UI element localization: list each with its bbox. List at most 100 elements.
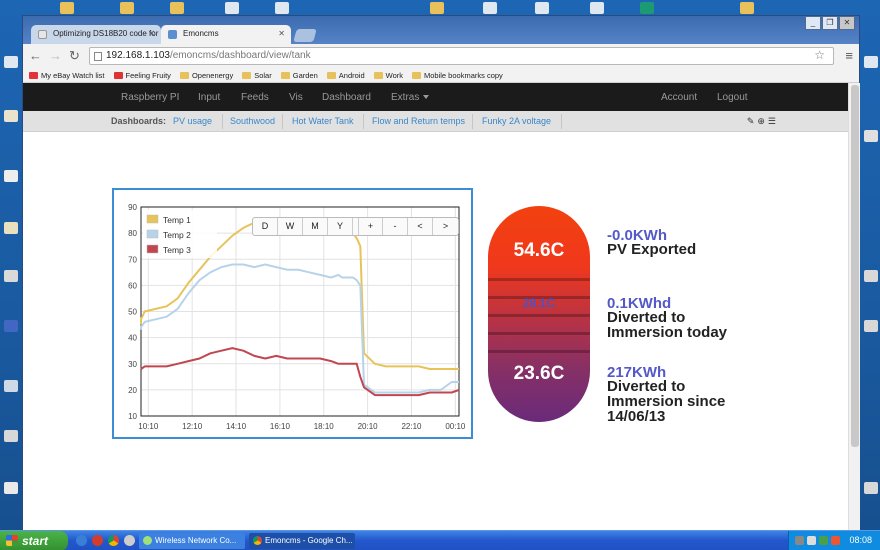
legend-label: Temp 2 <box>163 230 191 240</box>
nav-input[interactable]: Input <box>198 92 220 103</box>
desktop-icon[interactable] <box>864 482 878 494</box>
folder-icon <box>373 71 383 79</box>
add-icon[interactable]: ⊕ <box>757 116 765 127</box>
bookmark-item[interactable]: Feeling Fruity <box>113 71 171 80</box>
nav-vis[interactable]: Vis <box>289 92 303 103</box>
nav-logout[interactable]: Logout <box>717 92 748 103</box>
bookmark-item[interactable]: My eBay Watch list <box>29 71 105 80</box>
desktop-icon[interactable] <box>4 320 18 332</box>
legend-swatch <box>146 214 159 224</box>
divider <box>282 114 283 129</box>
pan-right-button[interactable]: > <box>433 218 458 235</box>
address-bar[interactable]: 192.168.1.103/emoncms/dashboard/view/tan… <box>89 47 834 65</box>
nav-dashboard[interactable]: Dashboard <box>322 92 371 103</box>
new-tab-button[interactable] <box>293 29 317 42</box>
tray-icon[interactable] <box>807 536 816 545</box>
close-window-button[interactable]: ✕ <box>839 16 855 30</box>
desktop-icon[interactable] <box>120 2 134 14</box>
desktop-icon[interactable] <box>4 482 18 494</box>
dashboard-link-pv-usage[interactable]: PV usage <box>173 116 212 126</box>
legend-swatch <box>146 229 159 239</box>
tank-cylinder: 54.6C 28.1C 23.6C <box>488 206 590 422</box>
desktop-icon[interactable] <box>275 2 289 14</box>
range-month-button[interactable]: M <box>303 218 328 235</box>
legend-swatch <box>146 244 159 254</box>
desktop-icon[interactable] <box>864 270 878 282</box>
scrollbar-thumb[interactable] <box>851 85 859 447</box>
chrome-icon[interactable] <box>108 535 119 546</box>
desktop-icon[interactable] <box>4 430 18 442</box>
desktop-icon[interactable] <box>740 2 754 14</box>
range-year-button[interactable]: Y <box>328 218 353 235</box>
bookmark-star-icon[interactable]: ☆ <box>814 48 825 62</box>
tray-icon[interactable] <box>795 536 804 545</box>
bookmark-folder[interactable]: Openenergy <box>179 71 233 80</box>
tab-strip: Optimizing DS18B20 code for ✕ Emoncms ✕ … <box>23 16 859 44</box>
desktop-icon[interactable] <box>4 380 18 392</box>
desktop-icon[interactable] <box>170 2 184 14</box>
desktop-icon[interactable] <box>864 320 878 332</box>
y-tick-label: 30 <box>128 360 137 369</box>
chevron-down-icon <box>423 95 430 100</box>
tab-emoncms[interactable]: Emoncms ✕ <box>161 25 291 44</box>
desktop-icon[interactable] <box>430 2 444 14</box>
tank-bottom-temp: 23.6C <box>513 363 565 384</box>
desktop-icon[interactable] <box>60 2 74 14</box>
desktop-icon[interactable] <box>4 170 18 182</box>
pan-left-button[interactable]: < <box>408 218 433 235</box>
dashboard-link-southwood[interactable]: Southwood <box>230 116 275 126</box>
quicklaunch-icon[interactable] <box>124 535 135 546</box>
zoom-out-button[interactable]: - <box>383 218 408 235</box>
minimize-button[interactable]: _ <box>805 16 821 30</box>
desktop-icon[interactable] <box>4 222 18 234</box>
close-icon[interactable]: ✕ <box>148 29 155 38</box>
range-day-button[interactable]: D <box>253 218 278 235</box>
desktop-icon[interactable] <box>640 2 654 14</box>
tray-icon[interactable] <box>819 536 828 545</box>
desktop-icon[interactable] <box>590 2 604 14</box>
reload-icon[interactable]: ↻ <box>69 48 80 64</box>
chrome-icon <box>253 536 262 545</box>
back-icon[interactable]: ← <box>29 48 42 64</box>
url-path: /emoncms/dashboard/view/tank <box>169 50 311 61</box>
desktop-icon[interactable] <box>4 56 18 68</box>
bookmark-folder[interactable]: Mobile bookmarks copy <box>412 71 503 80</box>
desktop-icon[interactable] <box>535 2 549 14</box>
nav-extras[interactable]: Extras <box>391 92 430 103</box>
dashboard-link-flow-return[interactable]: Flow and Return temps <box>372 116 465 126</box>
taskbar-emoncms[interactable]: Emoncms - Google Ch... <box>249 533 355 549</box>
folder-icon <box>280 71 290 79</box>
forward-icon[interactable]: → <box>49 48 62 64</box>
edit-icon[interactable]: ✎ <box>747 116 755 127</box>
x-tick-label: 10:10 <box>138 422 159 431</box>
nav-account[interactable]: Account <box>661 92 697 103</box>
divider <box>472 114 473 129</box>
start-button[interactable]: start <box>0 531 68 550</box>
restore-button[interactable]: ❐ <box>822 16 838 30</box>
desktop-icon[interactable] <box>483 2 497 14</box>
bookmark-folder[interactable]: Garden <box>280 71 318 80</box>
nav-feeds[interactable]: Feeds <box>241 92 269 103</box>
tab-optimizing[interactable]: Optimizing DS18B20 code for ✕ <box>31 25 161 44</box>
desktop-icon[interactable] <box>864 56 878 68</box>
dashboard-link-hot-water-tank[interactable]: Hot Water Tank <box>292 116 354 126</box>
desktop-icon[interactable] <box>225 2 239 14</box>
nav-raspberry-pi[interactable]: Raspberry PI <box>121 92 179 103</box>
quicklaunch-icon[interactable] <box>92 535 103 546</box>
quicklaunch-icon[interactable] <box>76 535 87 546</box>
bookmark-folder[interactable]: Solar <box>242 71 272 80</box>
range-week-button[interactable]: W <box>278 218 303 235</box>
tray-icon[interactable] <box>831 536 840 545</box>
taskbar-wireless[interactable]: Wireless Network Co... <box>139 533 245 549</box>
zoom-in-button[interactable]: + <box>358 218 383 235</box>
desktop-icon[interactable] <box>4 270 18 282</box>
desktop-icon[interactable] <box>864 130 878 142</box>
desktop-icon[interactable] <box>4 110 18 122</box>
bookmark-folder[interactable]: Work <box>373 71 403 80</box>
bookmark-folder[interactable]: Android <box>326 71 365 80</box>
scrollbar[interactable] <box>848 83 860 531</box>
list-icon[interactable]: ☰ <box>768 116 776 127</box>
close-icon[interactable]: ✕ <box>278 29 285 38</box>
dashboard-link-funky-voltage[interactable]: Funky 2A voltage <box>482 116 551 126</box>
menu-icon[interactable]: ≡ <box>845 48 853 63</box>
